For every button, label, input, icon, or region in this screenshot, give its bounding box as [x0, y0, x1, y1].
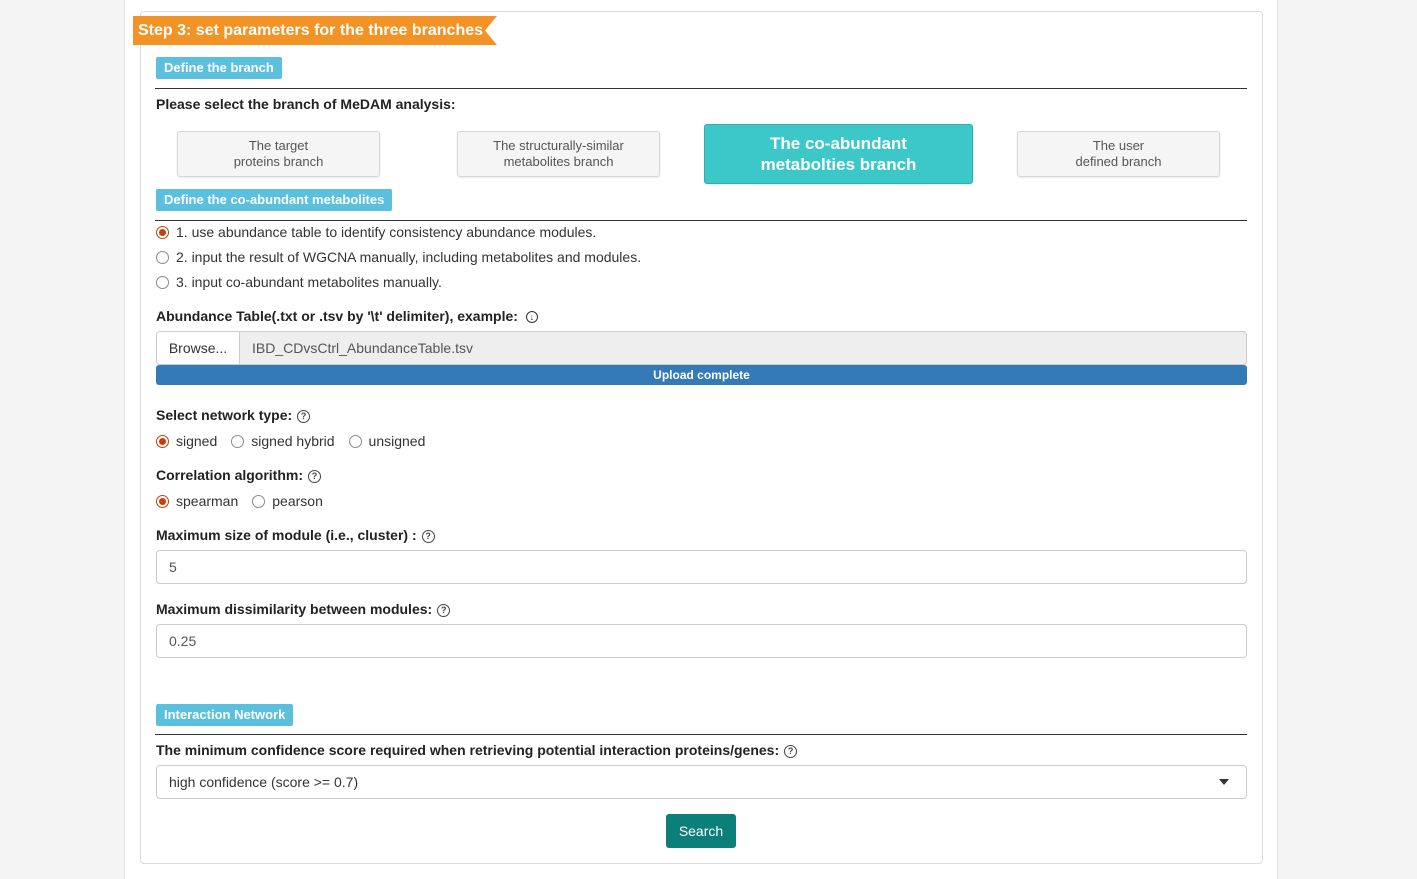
- max-module-size-label: Maximum size of module (i.e., cluster) :…: [156, 527, 435, 543]
- branch-button-user-defined[interactable]: The user defined branch: [1017, 131, 1220, 177]
- help-icon[interactable]: ?: [308, 469, 322, 483]
- radio[interactable]: [252, 494, 266, 508]
- divider: [155, 88, 1247, 89]
- browse-button[interactable]: Browse...: [157, 332, 240, 364]
- help-icon[interactable]: ?: [437, 603, 451, 617]
- max-dissimilarity-label: Maximum dissimilarity between modules:?: [156, 601, 451, 617]
- correlation-option-pearson[interactable]: pearson: [252, 493, 323, 509]
- branch-button-structurally-similar[interactable]: The structurally-similar metabolites bra…: [457, 131, 660, 177]
- radio-checked[interactable]: [156, 494, 169, 508]
- help-icon[interactable]: ?: [297, 409, 311, 423]
- chevron-down-icon: [1219, 779, 1229, 785]
- step-title-ribbon: Step 3: set parameters for the three bra…: [133, 16, 497, 45]
- coabundant-option-2[interactable]: 2. input the result of WGCNA manually, i…: [156, 249, 641, 265]
- radio[interactable]: [156, 250, 169, 264]
- divider: [155, 220, 1247, 221]
- network-option-unsigned[interactable]: unsigned: [348, 433, 425, 449]
- help-icon[interactable]: ?: [784, 744, 798, 758]
- abundance-table-label: Abundance Table(.txt or .tsv by '\t' del…: [156, 308, 538, 324]
- file-name-display: IBD_CDvsCtrl_AbundanceTable.tsv: [252, 340, 473, 356]
- branch-prompt: Please select the branch of MeDAM analys…: [156, 96, 456, 112]
- search-button[interactable]: Search: [666, 814, 736, 848]
- network-option-signed[interactable]: signed: [156, 433, 217, 449]
- radio-checked[interactable]: [156, 434, 169, 448]
- radio[interactable]: [231, 434, 245, 448]
- download-icon[interactable]: ↓: [525, 311, 538, 324]
- max-dissimilarity-input[interactable]: 0.25: [156, 624, 1247, 658]
- radio[interactable]: [348, 434, 362, 448]
- max-module-size-input[interactable]: 5: [156, 550, 1247, 584]
- network-type-options: signed signed hybrid unsigned: [156, 433, 439, 449]
- branch-button-target-proteins[interactable]: The target proteins branch: [177, 131, 380, 177]
- coabundant-option-3[interactable]: 3. input co-abundant metabolites manuall…: [156, 274, 442, 290]
- correlation-options: spearman pearson: [156, 493, 337, 509]
- upload-progress-bar: Upload complete: [156, 365, 1247, 385]
- help-icon[interactable]: ?: [421, 529, 435, 543]
- correlation-label: Correlation algorithm:?: [156, 467, 322, 483]
- coabundant-option-1[interactable]: 1. use abundance table to identify consi…: [156, 224, 596, 240]
- define-branch-label: Define the branch: [156, 57, 282, 79]
- confidence-score-label: The minimum confidence score required wh…: [156, 742, 798, 758]
- divider: [155, 734, 1247, 735]
- branch-button-co-abundant[interactable]: The co-abundant metabolties branch: [704, 124, 973, 184]
- network-type-label: Select network type:?: [156, 407, 311, 423]
- file-upload-group[interactable]: Browse... IBD_CDvsCtrl_AbundanceTable.ts…: [156, 331, 1247, 365]
- confidence-select[interactable]: high confidence (score >= 0.7): [156, 765, 1247, 799]
- correlation-option-spearman[interactable]: spearman: [156, 493, 238, 509]
- define-coabundant-label: Define the co-abundant metabolites: [156, 189, 393, 211]
- interaction-network-label: Interaction Network: [156, 704, 294, 726]
- radio[interactable]: [156, 275, 169, 289]
- network-option-signed-hybrid[interactable]: signed hybrid: [231, 433, 335, 449]
- radio-checked[interactable]: [156, 225, 169, 239]
